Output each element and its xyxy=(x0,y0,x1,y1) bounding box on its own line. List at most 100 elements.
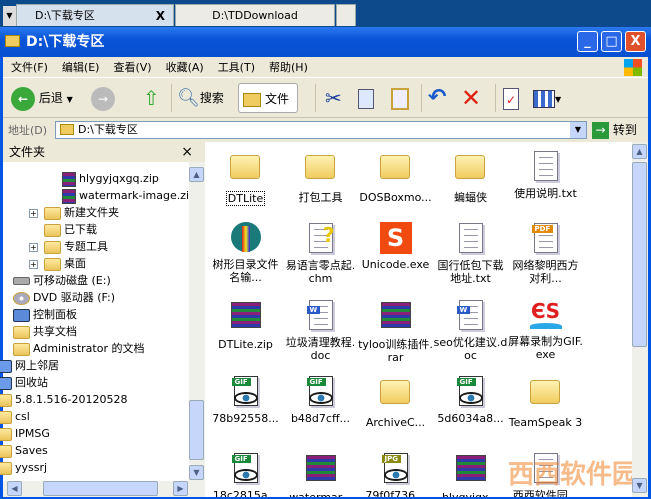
menu-view[interactable]: 查看(V) xyxy=(107,57,157,78)
folder-icon xyxy=(379,155,412,187)
file-item[interactable]: tyloo训练插件.rar xyxy=(358,299,433,364)
exe-s-icon: S xyxy=(379,222,412,254)
expand-icon[interactable]: + xyxy=(29,208,38,218)
folder-icon xyxy=(0,410,12,424)
tree-item[interactable]: yyssrj xyxy=(0,459,47,476)
tree-item[interactable]: 已下载 xyxy=(44,221,97,238)
tree-item[interactable]: watermark-image.zip xyxy=(62,187,196,204)
folder-pane-close-button[interactable]: × xyxy=(181,142,193,162)
file-item[interactable]: W 垃圾清理教程.doc xyxy=(283,299,358,362)
menu-bar: 文件(F) 编辑(E) 查看(V) 收藏(A) 工具(T) 帮助(H) xyxy=(3,57,648,78)
folder-pane-header: 文件夹 × xyxy=(3,142,205,162)
close-button[interactable]: X xyxy=(625,31,646,52)
tree-item[interactable]: + 专题工具 xyxy=(29,238,108,255)
address-dropdown-button[interactable]: ▼ xyxy=(570,122,586,138)
scroll-up-button[interactable]: ▲ xyxy=(632,144,647,159)
cut-button[interactable]: ✂ xyxy=(325,83,342,113)
expand-icon[interactable]: + xyxy=(29,242,38,252)
file-item[interactable]: GIF 5d6034a8... xyxy=(433,375,508,425)
menu-help[interactable]: 帮助(H) xyxy=(263,57,314,78)
scroll-up-button[interactable]: ▲ xyxy=(189,167,204,182)
tree-item[interactable]: 共享文档 xyxy=(13,323,77,340)
file-item[interactable]: DOSBoxmo... xyxy=(358,150,433,204)
file-item[interactable]: hlygyjqx... xyxy=(433,452,508,497)
tree-item[interactable]: 控制面板 xyxy=(13,306,77,323)
tab-download-zone[interactable]: D:\下载专区 X xyxy=(16,4,174,26)
forward-button[interactable]: → xyxy=(91,83,115,113)
tree-item[interactable]: csl xyxy=(0,408,30,425)
folder-icon xyxy=(0,393,12,407)
file-item[interactable]: watermar... xyxy=(283,452,358,497)
zip-icon xyxy=(230,302,262,334)
recycle-bin-icon xyxy=(0,376,12,390)
delete-button[interactable]: ✕ xyxy=(461,83,481,113)
file-item[interactable]: ArchiveC... xyxy=(358,375,433,429)
tab-list-dropdown[interactable]: ▼ xyxy=(3,6,16,26)
tree-item[interactable]: 网上邻居 xyxy=(0,357,59,374)
expand-icon[interactable]: + xyxy=(29,259,38,269)
file-item[interactable]: DTLite xyxy=(208,150,283,206)
undo-button[interactable]: ↶ xyxy=(428,83,446,113)
files-vertical-scrollbar[interactable]: ▲ ▼ xyxy=(632,142,648,497)
tree-item[interactable]: DVD 驱动器 (F:) xyxy=(13,289,115,306)
file-item[interactable]: 使用说明.txt xyxy=(508,150,583,200)
properties-button[interactable]: ✓ xyxy=(503,83,519,113)
zip-icon xyxy=(62,171,76,187)
file-list-pane: DTLite 打包工具 DOSBoxmo... 蝙蝠侠 使用说明.txt 树形目录文件名输… xyxy=(205,142,648,497)
file-item[interactable]: 蝙蝠侠 xyxy=(433,150,508,204)
address-input[interactable]: D:\下载专区 ▼ xyxy=(55,121,587,139)
folders-button[interactable]: 文件夹 xyxy=(238,83,298,136)
file-item[interactable]: Wseo优化建议.doc xyxy=(433,299,508,362)
maximize-button[interactable]: □ xyxy=(601,31,622,52)
tree-horizontal-scrollbar[interactable]: ◀ ▶ xyxy=(3,481,205,497)
tree-item[interactable]: 5.8.1.516-20120528 xyxy=(0,391,127,408)
zip-icon xyxy=(305,455,337,487)
file-item[interactable]: S Unicode.exe xyxy=(358,222,433,271)
scroll-thumb[interactable] xyxy=(632,162,647,347)
menu-file[interactable]: 文件(F) xyxy=(5,57,54,78)
file-item[interactable]: PDF 网络黎明西方对利... xyxy=(508,222,583,285)
file-item[interactable]: GIF 78b92558... xyxy=(208,375,283,425)
tree-item[interactable]: IPMSG xyxy=(0,425,50,442)
file-item[interactable]: 打包工具 xyxy=(283,150,358,204)
tree-item[interactable]: 回收站 xyxy=(0,374,48,391)
tree-vertical-scrollbar[interactable]: ▲ ▼ xyxy=(189,162,205,482)
go-button[interactable]: → 转到 xyxy=(592,121,637,139)
menu-edit[interactable]: 编辑(E) xyxy=(56,57,106,78)
tree-item[interactable]: Saves xyxy=(0,442,48,459)
up-folder-button[interactable]: ⇧ xyxy=(143,83,160,113)
tree-item[interactable]: Administrator 的文档 xyxy=(13,340,144,357)
views-button[interactable]: ▼ xyxy=(533,83,561,113)
tab-tddownload[interactable]: D:\TDDownload xyxy=(175,4,335,26)
scroll-down-button[interactable]: ▼ xyxy=(189,465,204,480)
file-item[interactable]: GIF b48d7cff... xyxy=(283,375,358,425)
file-item[interactable]: ЄS 屏幕录制为GIF.exe xyxy=(508,299,583,361)
h-scroll-thumb[interactable] xyxy=(43,481,158,496)
scroll-down-button[interactable]: ▼ xyxy=(632,478,647,493)
menu-favorites[interactable]: 收藏(A) xyxy=(160,57,210,78)
scroll-thumb[interactable] xyxy=(189,400,204,460)
explorer-window: D:\下载专区 _ □ X 文件(F) 编辑(E) 查看(V) 收藏(A) 工具(T) 帮… xyxy=(0,27,651,499)
copy-button[interactable] xyxy=(358,83,374,113)
back-button[interactable]: ← 后退 ▼ xyxy=(11,83,73,113)
minimize-button[interactable]: _ xyxy=(577,31,598,52)
file-item[interactable]: 树形目录文件名输... xyxy=(208,222,283,284)
scroll-right-button[interactable]: ▶ xyxy=(173,481,188,496)
file-item[interactable]: ? 易语言零点起.chm xyxy=(283,222,358,285)
new-tab-button[interactable] xyxy=(336,4,356,26)
paste-button[interactable] xyxy=(391,83,409,113)
file-item[interactable]: JPG 79f0f736... xyxy=(358,452,433,497)
scroll-left-button[interactable]: ◀ xyxy=(7,481,22,496)
tree-item[interactable]: + 桌面 xyxy=(29,255,86,272)
tree-item[interactable]: 可移动磁盘 (E:) xyxy=(13,272,111,289)
file-item[interactable]: TeamSpeak 3 xyxy=(508,375,583,429)
tree-item[interactable]: hlygyjqxgq.zip xyxy=(62,170,159,187)
tree-item[interactable]: + 新建文件夹 xyxy=(29,204,119,221)
search-button[interactable]: 🔍︎搜索 xyxy=(177,83,224,113)
file-name: watermar... xyxy=(283,491,358,497)
tab-close-icon[interactable]: X xyxy=(156,5,165,27)
file-item[interactable]: 国行低包下载地址.txt xyxy=(433,222,508,285)
file-item[interactable]: DTLite.zip xyxy=(208,299,283,351)
file-item[interactable]: GIF 18c2815a... xyxy=(208,452,283,497)
menu-tools[interactable]: 工具(T) xyxy=(212,57,261,78)
